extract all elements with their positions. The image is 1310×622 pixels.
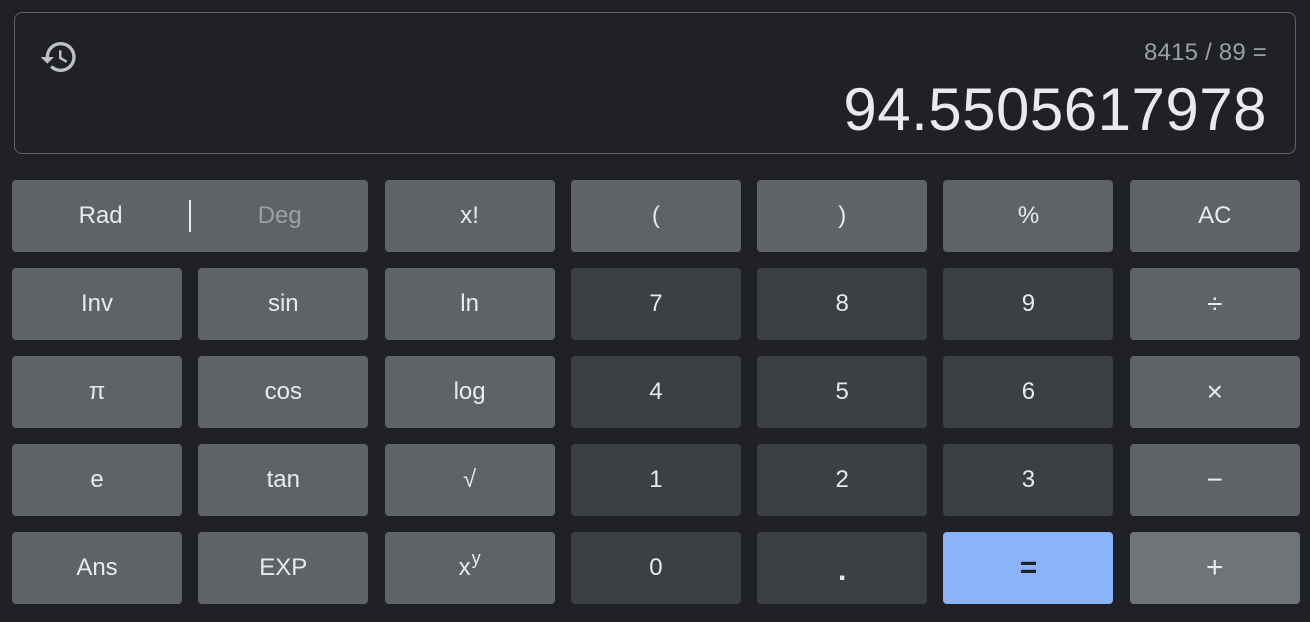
e-button[interactable]: e xyxy=(12,444,182,516)
digit-2-button[interactable]: 2 xyxy=(757,444,928,516)
exp-button[interactable]: EXP xyxy=(198,532,369,604)
digit-6-button[interactable]: 6 xyxy=(943,356,1114,428)
tan-button[interactable]: tan xyxy=(198,444,369,516)
percent-button[interactable]: % xyxy=(943,180,1114,252)
digit-1-button[interactable]: 1 xyxy=(570,444,741,516)
digit-9-button[interactable]: 9 xyxy=(943,268,1114,340)
expression-text: 8415 / 89 = xyxy=(1144,39,1267,66)
power-button[interactable]: xy xyxy=(384,532,555,604)
digit-8-button[interactable]: 8 xyxy=(757,268,928,340)
keypad: Rad Deg x! ( ) % AC Inv sin ln 7 8 9 ÷ π… xyxy=(12,180,1300,604)
digit-5-button[interactable]: 5 xyxy=(757,356,928,428)
multiply-button[interactable]: × xyxy=(1129,356,1300,428)
plus-button[interactable]: + xyxy=(1129,532,1300,604)
ans-button[interactable]: Ans xyxy=(12,532,182,604)
factorial-button[interactable]: x! xyxy=(384,180,555,252)
all-clear-button[interactable]: AC xyxy=(1129,180,1300,252)
sin-button[interactable]: sin xyxy=(198,268,369,340)
history-icon xyxy=(40,42,76,73)
power-base-label: x xyxy=(458,554,471,581)
inverse-button[interactable]: Inv xyxy=(12,268,182,340)
angle-mode-toggle: Rad Deg xyxy=(12,180,369,252)
log-button[interactable]: log xyxy=(384,356,555,428)
calculator: 8415 / 89 = 94.5505617978 Rad Deg x! ( )… xyxy=(0,0,1310,622)
deg-button[interactable]: Deg xyxy=(191,180,368,252)
result-text: 94.5505617978 xyxy=(843,76,1267,143)
rad-button[interactable]: Rad xyxy=(12,180,189,252)
ln-button[interactable]: ln xyxy=(384,268,555,340)
power-exponent-label: y xyxy=(471,547,481,568)
open-paren-button[interactable]: ( xyxy=(570,180,741,252)
history-button[interactable] xyxy=(37,35,81,79)
decimal-button[interactable]: . xyxy=(757,532,928,604)
digit-4-button[interactable]: 4 xyxy=(570,356,741,428)
minus-button[interactable]: − xyxy=(1129,444,1300,516)
digit-7-button[interactable]: 7 xyxy=(570,268,741,340)
pi-button[interactable]: π xyxy=(12,356,182,428)
calculator-display: 8415 / 89 = 94.5505617978 xyxy=(14,12,1296,154)
sqrt-button[interactable]: √ xyxy=(384,444,555,516)
close-paren-button[interactable]: ) xyxy=(757,180,928,252)
digit-3-button[interactable]: 3 xyxy=(943,444,1114,516)
cos-button[interactable]: cos xyxy=(198,356,369,428)
equals-button[interactable]: = xyxy=(943,532,1114,604)
digit-0-button[interactable]: 0 xyxy=(570,532,741,604)
divide-button[interactable]: ÷ xyxy=(1129,268,1300,340)
